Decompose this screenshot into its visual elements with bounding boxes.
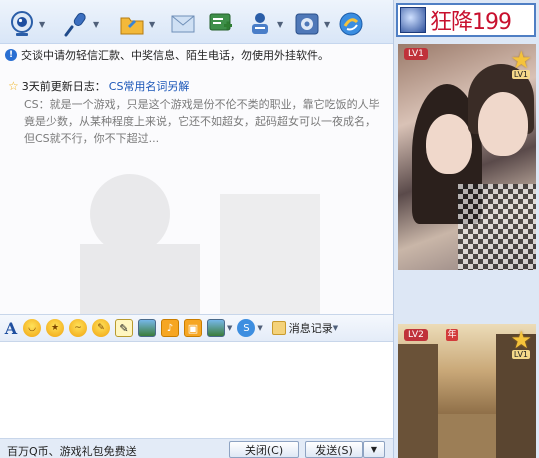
create-discussion-button[interactable] bbox=[207, 8, 235, 40]
update-log-body: CS：就是一个游戏，只是这个游戏是份不伦不类的职业，靠它吃饭的人毕竟是少数，从某… bbox=[24, 98, 380, 145]
doodle-icon[interactable]: ✎ bbox=[92, 319, 110, 337]
ad-banner-text: 狂降199 bbox=[430, 10, 512, 35]
close-button[interactable]: 关闭(C) bbox=[229, 441, 299, 458]
font-icon[interactable]: A bbox=[4, 319, 18, 338]
warning-text: 交谈中请勿轻信汇款、中奖信息、陌生电话，勿使用外挂软件。 bbox=[21, 49, 329, 62]
star-level-badge: LV1 bbox=[511, 70, 530, 79]
show-level-badge: LV2 bbox=[404, 329, 428, 341]
send-options-dropdown[interactable]: ▼ bbox=[363, 441, 385, 458]
star-icon: ★ bbox=[510, 326, 532, 354]
security-warning: ! 交谈中请勿轻信汇款、中奖信息、陌生电话，勿使用外挂软件。 bbox=[5, 47, 390, 63]
bottom-bar: 百万Q币、游戏礼包免费送 关闭(C) 发送(S) ▼ bbox=[0, 438, 393, 458]
microphone-icon bbox=[64, 12, 86, 37]
magic-emoticon-icon[interactable]: ★ bbox=[46, 319, 64, 337]
chevron-down-icon[interactable]: ▼ bbox=[39, 20, 45, 29]
year-badge: 年 bbox=[446, 329, 458, 341]
chevron-down-icon[interactable]: ▼ bbox=[333, 324, 338, 332]
qq-show-icon[interactable]: S bbox=[237, 319, 256, 337]
background-watermark bbox=[80, 174, 320, 314]
alley-ground bbox=[438, 414, 496, 458]
gear-icon bbox=[295, 13, 319, 35]
handwriting-icon[interactable]: ✎ bbox=[115, 319, 133, 337]
settings-button[interactable]: ▼ bbox=[293, 8, 330, 40]
webcam-icon bbox=[11, 11, 33, 36]
gift-icon[interactable]: ▣ bbox=[184, 319, 202, 337]
music-icon[interactable]: ♪ bbox=[161, 319, 179, 337]
voice-call-button[interactable]: ▼ bbox=[62, 8, 99, 40]
history-icon bbox=[271, 321, 286, 335]
star-icon: ☆ bbox=[8, 79, 19, 93]
face-shape bbox=[478, 92, 528, 156]
image-icon[interactable] bbox=[138, 319, 156, 337]
remote-icon bbox=[339, 12, 363, 36]
ad-logo-icon bbox=[400, 7, 426, 33]
promo-link[interactable]: 百万Q币、游戏礼包免费送 bbox=[7, 443, 137, 458]
send-sms-button[interactable] bbox=[169, 8, 197, 40]
update-log-link[interactable]: CS常用名词另解 bbox=[109, 78, 190, 94]
send-button[interactable]: 发送(S) bbox=[305, 441, 363, 458]
update-log-header: ☆ 3天前更新日志： CS常用名词另解 bbox=[8, 78, 189, 94]
send-file-button[interactable]: ▼ bbox=[118, 8, 155, 40]
chevron-down-icon[interactable]: ▼ bbox=[257, 324, 262, 332]
format-toolbar: A ◡ ★ ~ ✎ ✎ ♪ ▣ ▼ S ▼ 消息记录 ▼ bbox=[0, 314, 393, 342]
star-icon: ★ bbox=[510, 46, 532, 74]
main-toolbar: ▼ ▼ ▼ ▼ ▼ bbox=[0, 0, 393, 44]
apps-button[interactable]: ▼ bbox=[246, 8, 283, 40]
building-shape bbox=[398, 344, 438, 458]
chevron-down-icon[interactable]: ▼ bbox=[227, 324, 232, 332]
chat-history[interactable]: ! 交谈中请勿轻信汇款、中奖信息、陌生电话，勿使用外挂软件。 ☆ 3天前更新日志… bbox=[0, 44, 393, 314]
update-log-prefix: 3天前更新日志： bbox=[21, 80, 106, 93]
chevron-down-icon[interactable]: ▼ bbox=[324, 20, 330, 29]
remote-assist-button[interactable] bbox=[337, 8, 365, 40]
star-level-badge: LV1 bbox=[511, 350, 530, 359]
contact-show-photo[interactable]: LV1 ★ LV1 bbox=[398, 44, 536, 270]
show-level-badge: LV1 bbox=[404, 48, 428, 60]
add-member-icon bbox=[209, 13, 232, 31]
folder-icon bbox=[120, 17, 144, 35]
envelope-icon bbox=[171, 15, 195, 33]
person-apps-icon bbox=[252, 13, 268, 34]
video-call-button[interactable]: ▼ bbox=[8, 8, 45, 40]
shield-icon: ! bbox=[5, 49, 17, 61]
own-show-photo[interactable]: LV2 年 ★ LV1 bbox=[398, 324, 536, 458]
ad-banner[interactable]: 狂降199 bbox=[396, 3, 536, 37]
message-input[interactable] bbox=[0, 342, 393, 438]
message-record-label: 消息记录 bbox=[288, 322, 333, 335]
right-panel: 狂降199 LV1 ★ LV1 LV2 年 ★ LV1 bbox=[393, 0, 539, 458]
shake-icon[interactable]: ~ bbox=[69, 319, 87, 337]
screenshot-icon[interactable] bbox=[207, 319, 225, 337]
face-shape bbox=[426, 114, 472, 174]
chevron-down-icon[interactable]: ▼ bbox=[93, 20, 99, 29]
emoticon-icon[interactable]: ◡ bbox=[23, 319, 41, 337]
chevron-down-icon[interactable]: ▼ bbox=[277, 20, 283, 29]
message-record-button[interactable]: 消息记录 ▼ bbox=[271, 320, 338, 336]
chevron-down-icon[interactable]: ▼ bbox=[149, 20, 155, 29]
checkered-scarf bbox=[458, 184, 536, 270]
